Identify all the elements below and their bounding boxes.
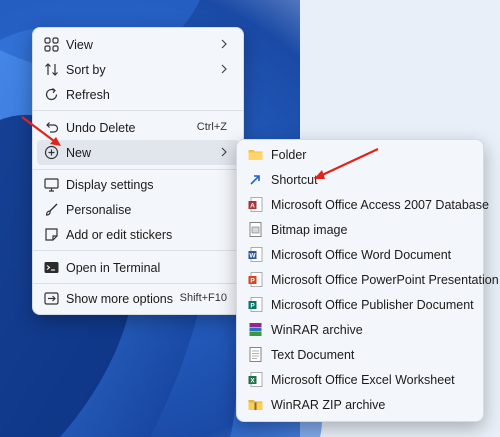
menu-item-label: Show more options (66, 292, 174, 306)
submenu-item-publisher-document[interactable]: P Microsoft Office Publisher Document (241, 292, 479, 317)
keyboard-shortcut: Ctrl+Z (196, 121, 227, 133)
powerpoint-icon: P (248, 272, 263, 287)
sticker-icon (45, 228, 58, 241)
menu-item-undo-delete[interactable]: Undo Delete Ctrl+Z (37, 115, 239, 140)
menu-item-label: New (66, 146, 92, 160)
terminal-icon (44, 262, 59, 273)
submenu-item-winrar-zip-archive[interactable]: WinRAR ZIP archive (241, 392, 479, 417)
menu-item-label: Display settings (66, 178, 154, 192)
svg-text:A: A (250, 203, 255, 210)
grid-icon (44, 37, 59, 52)
submenu-item-bitmap-image[interactable]: Bitmap image (241, 217, 479, 242)
menu-item-label: Add or edit stickers (66, 228, 173, 242)
menu-separator (33, 110, 243, 111)
menu-item-personalise[interactable]: Personalise (37, 197, 239, 222)
menu-item-view[interactable]: View (37, 32, 239, 57)
more-options-icon (44, 292, 59, 305)
menu-item-label: Open in Terminal (66, 261, 161, 275)
submenu-item-label: Folder (271, 148, 307, 162)
submenu-item-access-database[interactable]: A Microsoft Office Access 2007 Database (241, 192, 489, 217)
submenu-item-label: Microsoft Office Access 2007 Database (271, 198, 489, 212)
menu-item-label: Sort by (66, 63, 106, 77)
submenu-item-label: Microsoft Office Excel Worksheet (271, 373, 455, 387)
refresh-icon (45, 88, 58, 101)
new-submenu: Folder Shortcut A Microsoft Office Acces… (236, 139, 499, 422)
submenu-item-label: Microsoft Office Word Document (271, 248, 452, 262)
submenu-item-label: WinRAR ZIP archive (271, 398, 386, 412)
winrar-icon (249, 323, 262, 336)
sort-icon (45, 63, 58, 76)
submenu-item-word-document[interactable]: W Microsoft Office Word Document (241, 242, 479, 267)
svg-text:X: X (250, 378, 255, 385)
menu-item-display-settings[interactable]: Display settings (37, 172, 239, 197)
svg-text:P: P (250, 278, 255, 285)
submenu-item-text-document[interactable]: Text Document (241, 342, 479, 367)
submenu-item-label: Text Document (271, 348, 355, 362)
brush-icon (45, 203, 58, 216)
submenu-item-shortcut[interactable]: Shortcut (241, 167, 479, 192)
submenu-item-powerpoint-presentation[interactable]: P Microsoft Office PowerPoint Presentati… (241, 267, 499, 292)
shortcut-icon (250, 175, 260, 185)
menu-item-open-in-terminal[interactable]: Open in Terminal (37, 255, 239, 280)
chevron-right-icon (221, 39, 227, 49)
text-document-icon (249, 347, 262, 362)
submenu-item-label: Microsoft Office Publisher Document (271, 298, 474, 312)
new-icon (44, 145, 59, 160)
menu-item-label: Personalise (66, 203, 132, 217)
menu-item-label: View (66, 38, 93, 52)
menu-separator (33, 169, 243, 170)
winrar-zip-icon (248, 400, 263, 410)
submenu-item-label: Shortcut (271, 173, 318, 187)
menu-separator (33, 283, 243, 284)
display-icon (44, 178, 59, 192)
bitmap-icon (249, 222, 262, 237)
chevron-right-icon (221, 64, 227, 74)
submenu-item-label: Microsoft Office PowerPoint Presentation (271, 273, 499, 287)
desktop-context-menu: View Sort by Refresh Undo Delete Ctrl+Z … (32, 27, 244, 315)
submenu-item-winrar-archive[interactable]: WinRAR archive (241, 317, 479, 342)
menu-item-sort-by[interactable]: Sort by (37, 57, 239, 82)
submenu-item-folder[interactable]: Folder (241, 142, 479, 167)
menu-item-label: Undo Delete (66, 121, 136, 135)
publisher-icon: P (248, 297, 263, 312)
submenu-item-label: Bitmap image (271, 223, 348, 237)
svg-text:W: W (249, 253, 256, 260)
menu-item-refresh[interactable]: Refresh (37, 82, 239, 107)
folder-icon (248, 150, 263, 160)
chevron-right-icon (221, 147, 227, 157)
access-icon: A (248, 197, 263, 212)
svg-text:P: P (250, 303, 255, 310)
excel-icon: X (248, 372, 263, 387)
menu-item-show-more-options[interactable]: Show more options Shift+F10 (37, 286, 239, 311)
menu-separator (33, 250, 243, 251)
undo-icon (46, 122, 59, 133)
submenu-item-label: WinRAR archive (271, 323, 363, 337)
menu-item-new[interactable]: New (37, 140, 239, 165)
menu-item-add-or-edit-stickers[interactable]: Add or edit stickers (37, 222, 239, 247)
submenu-item-excel-worksheet[interactable]: X Microsoft Office Excel Worksheet (241, 367, 479, 392)
word-icon: W (248, 247, 263, 262)
menu-item-label: Refresh (66, 88, 110, 102)
keyboard-shortcut: Shift+F10 (179, 292, 227, 304)
